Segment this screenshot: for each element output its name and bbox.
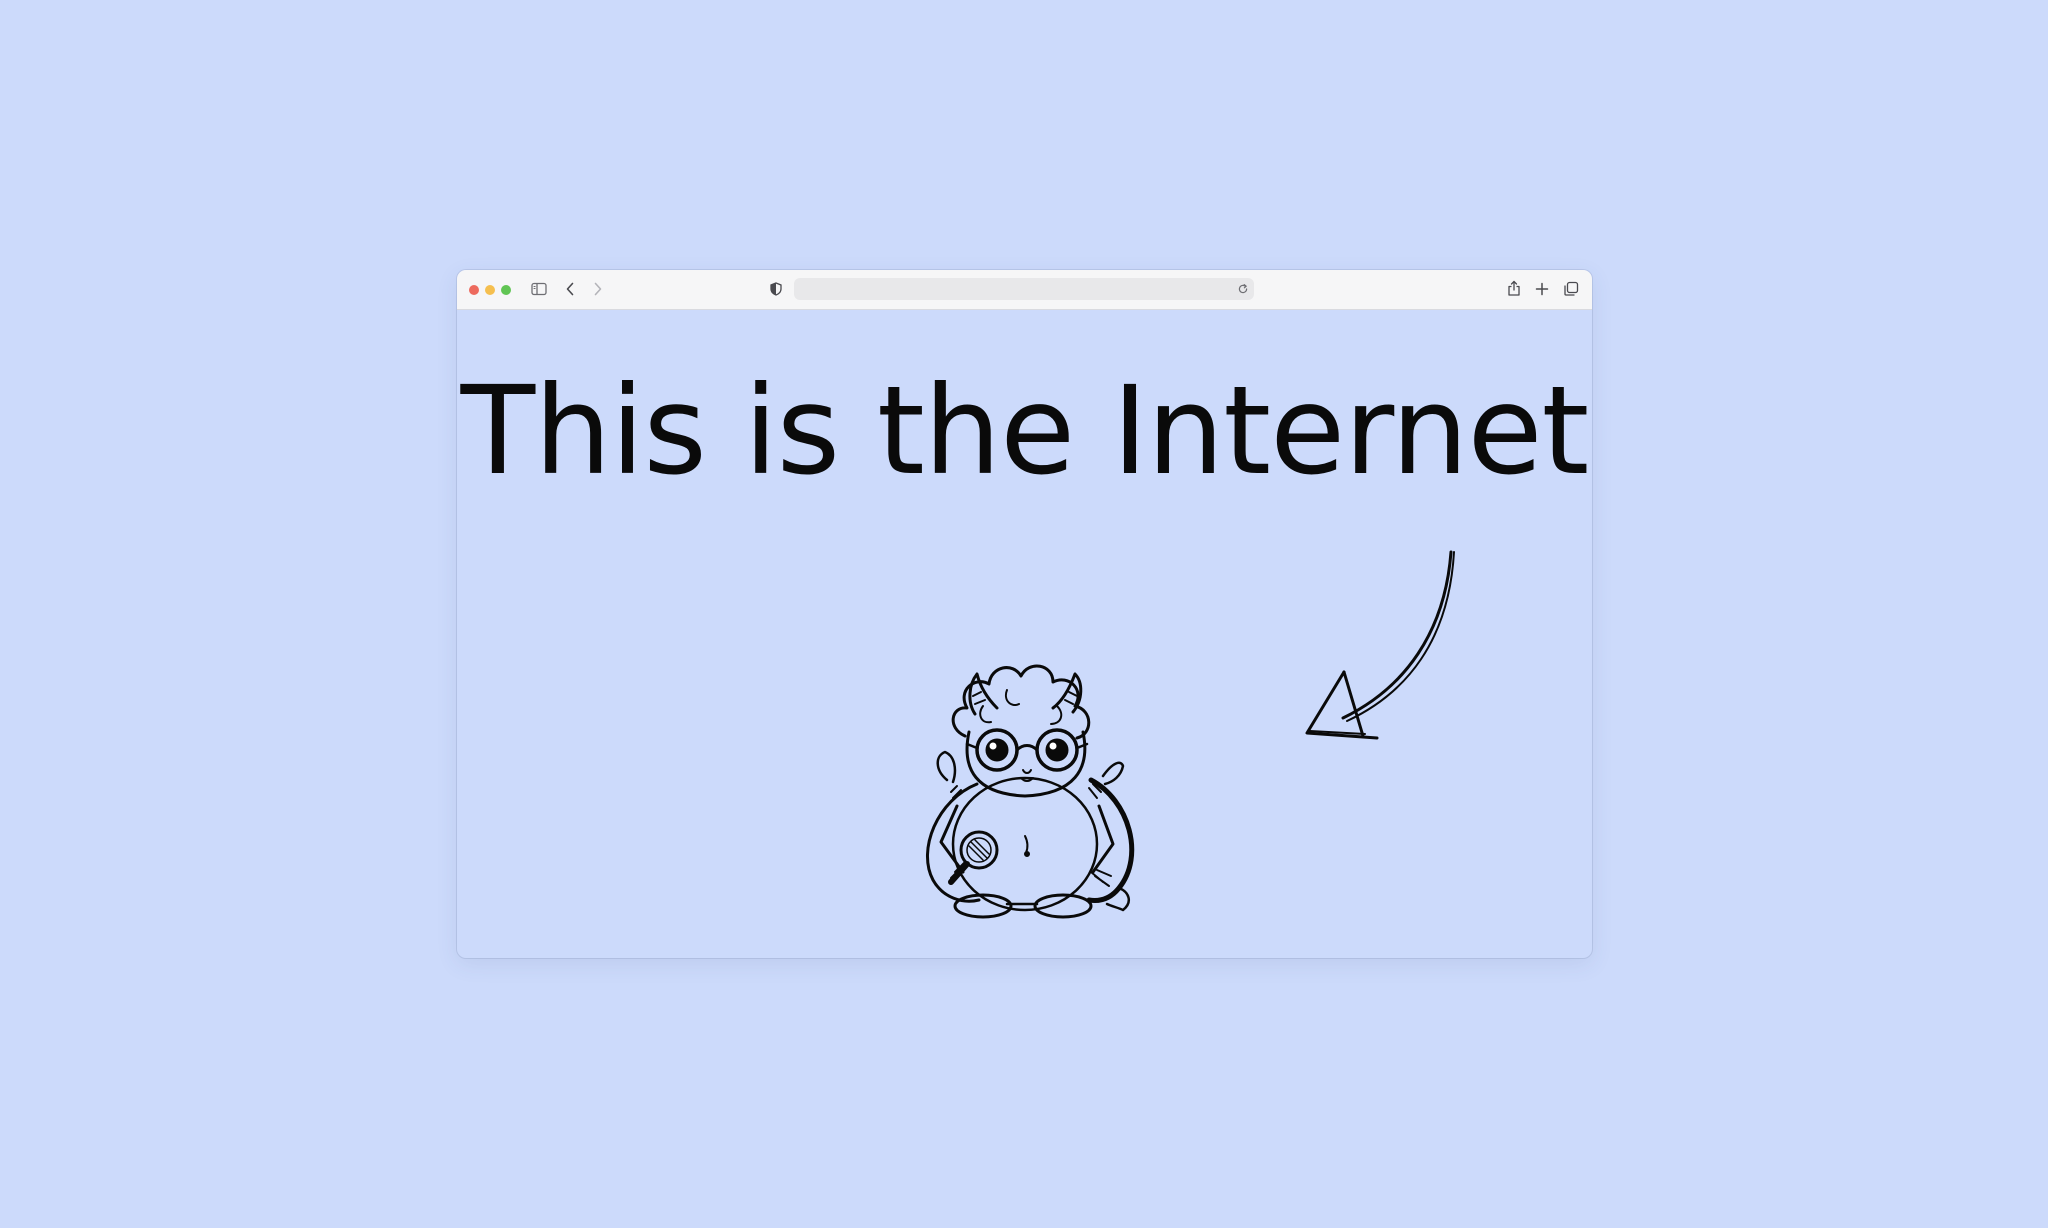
minimize-window-button[interactable] <box>485 285 495 295</box>
forward-arrow-icon[interactable] <box>593 282 603 296</box>
reload-icon[interactable] <box>1237 283 1249 295</box>
tabs-overview-icon[interactable] <box>1563 281 1579 297</box>
address-bar[interactable] <box>794 278 1254 300</box>
url-input[interactable] <box>802 278 1222 300</box>
privacy-shield-icon[interactable] <box>770 282 782 296</box>
page-headline: This is the Internet <box>460 360 1590 502</box>
close-window-button[interactable] <box>469 285 479 295</box>
monster-mascot-icon <box>926 664 1135 919</box>
arrow-doodle-icon <box>1305 550 1455 740</box>
share-icon[interactable] <box>1507 280 1521 297</box>
plus-icon[interactable] <box>1535 282 1549 296</box>
browser-window: This is the Internet <box>457 270 1592 958</box>
page-content: This is the Internet <box>457 310 1592 958</box>
sidebar-icon[interactable] <box>531 282 547 296</box>
back-arrow-icon[interactable] <box>565 282 575 296</box>
browser-toolbar <box>457 270 1592 310</box>
zoom-window-button[interactable] <box>501 285 511 295</box>
